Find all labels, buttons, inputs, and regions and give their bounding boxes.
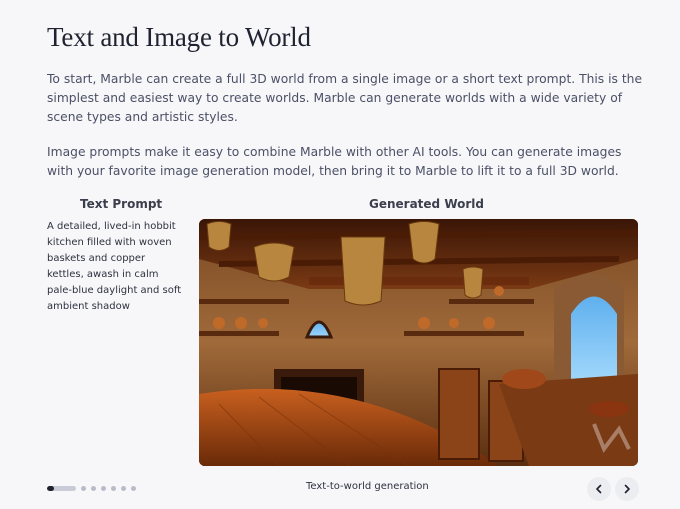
chevron-right-icon	[624, 484, 630, 494]
carousel-dot[interactable]	[81, 485, 86, 491]
section-title: Text and Image to World	[47, 22, 311, 52]
generated-world-heading: Generated World	[369, 197, 485, 211]
previous-slide-button[interactable]	[587, 477, 611, 501]
next-slide-button[interactable]	[615, 477, 639, 501]
intro-paragraph: To start, Marble can create a full 3D wo…	[47, 72, 643, 124]
text-prompt-body: A detailed, lived-in hobbit kitchen fill…	[47, 221, 182, 312]
carousel-dot[interactable]	[131, 485, 136, 491]
image-prompt-paragraph: Image prompts make it easy to combine Ma…	[47, 145, 622, 178]
chevron-left-icon	[596, 484, 602, 494]
carousel-progress-fill	[47, 485, 55, 491]
generated-world-image[interactable]	[199, 219, 638, 466]
text-prompt-heading: Text Prompt	[80, 197, 163, 211]
carousel-dot[interactable]	[101, 485, 106, 491]
slide-caption: Text-to-world generation	[306, 481, 429, 492]
carousel-dot[interactable]	[111, 485, 116, 491]
carousel-pagination	[47, 484, 136, 492]
carousel-dot-active[interactable]	[47, 485, 76, 491]
carousel-dot[interactable]	[91, 485, 96, 491]
carousel-dot[interactable]	[121, 485, 126, 491]
